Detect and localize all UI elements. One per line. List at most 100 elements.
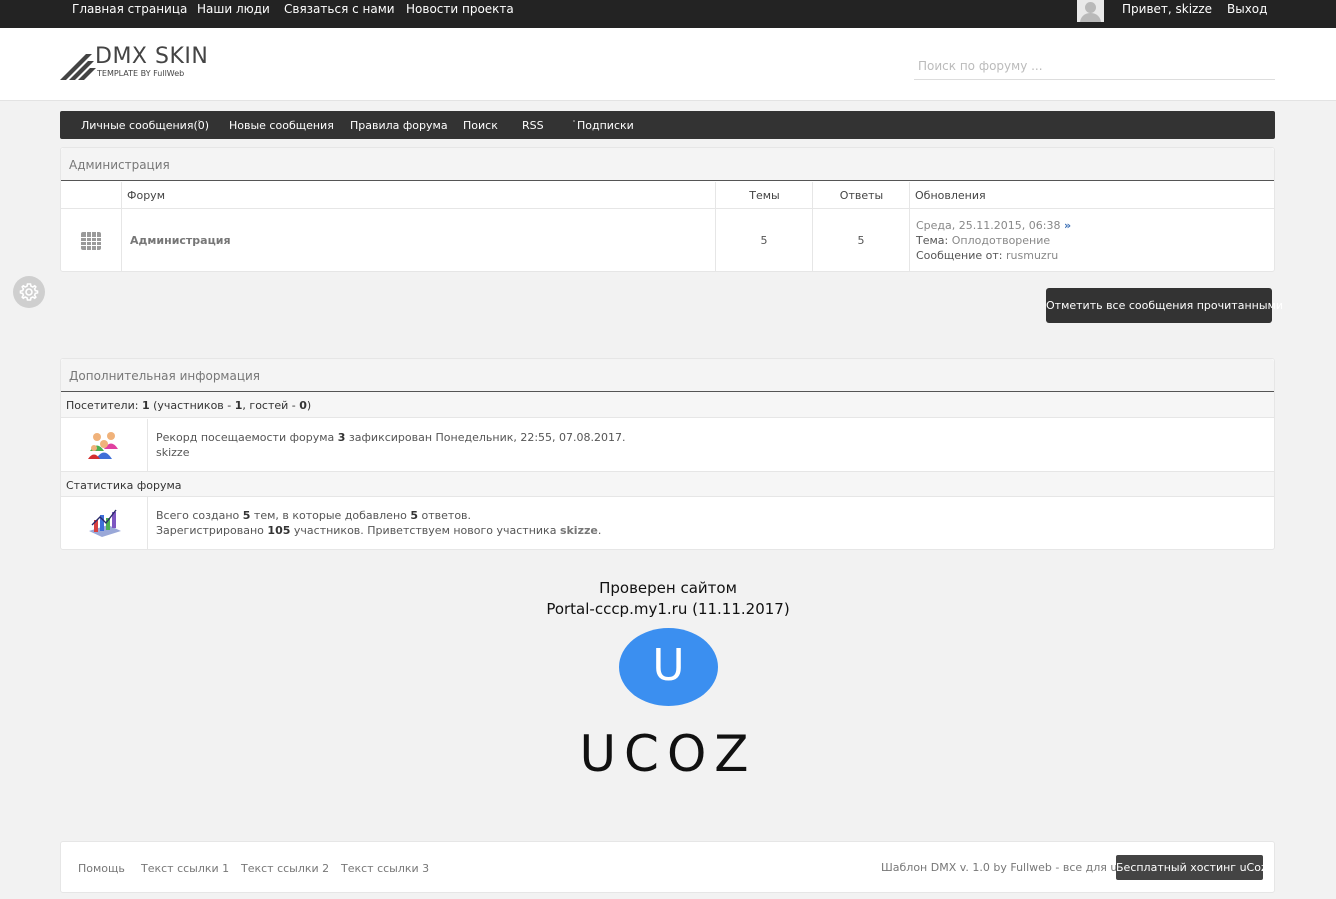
nav-rss[interactable]: RSS [522, 119, 544, 132]
nav-subscriptions[interactable]: Подписки [577, 119, 634, 132]
stats-reg-suffix: . [597, 524, 602, 537]
guests-label: , гостей - [242, 399, 296, 412]
visitors-line: Посетители: 1 (участников - 1, гостей - … [66, 399, 311, 412]
column-label: Обновления [915, 189, 986, 202]
info-panel-header: Дополнительная информация [61, 359, 1274, 392]
nav-forum-rules[interactable]: Правила форума [350, 119, 448, 132]
stats-created-prefix: Всего создано [156, 509, 240, 522]
stats-reg-prefix: Зарегистрировано [156, 524, 264, 537]
topbar-link-people[interactable]: Наши люди [197, 2, 270, 16]
ucoz-logo-circle: U [619, 628, 718, 706]
footer-link-help[interactable]: Помощь [78, 862, 125, 875]
newest-member-link[interactable]: skizze [560, 524, 598, 537]
footer-link-3[interactable]: Текст ссылки 3 [341, 862, 429, 875]
topbar-link-news[interactable]: Новости проекта [406, 2, 514, 16]
nav-private-messages[interactable]: Личные сообщения(0) [81, 119, 209, 132]
site-footer: Помощь Текст ссылки 1 Текст ссылки 2 Тек… [60, 841, 1275, 893]
logout-link[interactable]: Выход [1227, 2, 1267, 16]
forum-search-input[interactable] [914, 52, 1275, 80]
nav-search[interactable]: Поиск [463, 119, 498, 132]
last-topic-line: Тема: Оплодотворение [916, 234, 1050, 247]
last-update-line: Среда, 25.11.2015, 06:38 » [916, 219, 1071, 232]
guests-count: 0 [299, 399, 307, 412]
members-label: (участников - [153, 399, 232, 412]
forum-updates-cell: Среда, 25.11.2015, 06:38 » Тема: Оплодот… [910, 209, 1274, 272]
category-header: Администрация [61, 148, 1274, 181]
settings-button[interactable] [13, 276, 45, 308]
avatar-shoulders [1080, 13, 1101, 22]
record-suffix: зафиксирован Понедельник, 22:55, 07.08.2… [348, 431, 626, 444]
avatar-head [1085, 2, 1096, 13]
replies-count: 5 [857, 234, 865, 247]
column-header-updates: Обновления [910, 182, 1274, 209]
go-to-last-post-icon[interactable]: » [1064, 219, 1071, 232]
visitors-label: Посетители: [66, 399, 139, 412]
stats-icon-cell [61, 497, 148, 549]
site-header: DMX SKIN TEMPLATE BY FullWeb [0, 28, 1336, 101]
column-label: Темы [749, 189, 780, 202]
forum-link[interactable]: Администрация [130, 234, 231, 247]
column-header-icon [61, 182, 122, 209]
ucoz-wordmark: UCOZ [579, 725, 757, 783]
visitors-bar: Посетители: 1 (участников - 1, гостей - … [61, 392, 1274, 418]
logo-subtitle: TEMPLATE BY FullWeb [97, 69, 185, 78]
template-credit: Шаблон DMX v. 1.0 by Fullweb - все для u… [881, 861, 1138, 874]
column-header-replies: Ответы [813, 182, 910, 209]
category-title[interactable]: Администрация [69, 158, 170, 172]
forum-nav-bar: Личные сообщения(0) Новые сообщения Прав… [60, 111, 1275, 139]
forum-category-panel: Администрация Форум Темы Ответы Обновлен… [60, 147, 1275, 272]
info-panel-title: Дополнительная информация [69, 369, 261, 383]
last-author-link[interactable]: rusmuzru [1006, 249, 1058, 262]
nav-separator [573, 120, 575, 122]
badge-line-1: Проверен сайтом [599, 579, 737, 597]
site-logo[interactable]: DMX SKIN TEMPLATE BY FullWeb [60, 44, 230, 84]
footer-link-2[interactable]: Текст ссылки 2 [241, 862, 329, 875]
user-avatar-icon[interactable] [1077, 0, 1104, 22]
stats-created-mid: тем, в которые добавлено [253, 509, 407, 522]
additional-info-panel: Дополнительная информация Посетители: 1 … [60, 358, 1275, 550]
stats-bar: Статистика форума [61, 471, 1274, 497]
column-header-topics: Темы [716, 182, 813, 209]
topics-count: 5 [760, 234, 768, 247]
forum-topics-cell: 5 [716, 209, 813, 272]
stats-topics-count: 5 [242, 509, 251, 522]
nav-separator [198, 120, 200, 122]
badge-line-2: Portal-cccp.my1.ru (11.11.2017) [546, 600, 790, 618]
visitors-total: 1 [141, 399, 150, 412]
stats-created-line: Всего создано 5 тем, в которые добавлено… [156, 509, 471, 522]
stats-title: Статистика форума [66, 479, 182, 492]
logo-title: DMX SKIN [95, 44, 209, 69]
last-topic-link[interactable]: Оплодотворение [952, 234, 1050, 247]
forum-replies-cell: 5 [813, 209, 910, 272]
top-bar: Главная страница Наши люди Связаться с н… [0, 0, 1336, 28]
forum-stats-row: Всего создано 5 тем, в которые добавлено… [61, 497, 1274, 549]
nav-new-messages[interactable]: Новые сообщения [229, 119, 334, 132]
stats-chart-icon [89, 509, 121, 537]
record-icon-cell [61, 419, 148, 471]
record-line: Рекорд посещаемости форума 3 зафиксирова… [156, 431, 626, 444]
ucoz-logo-letter: U [652, 640, 685, 691]
user-greeting-link[interactable]: Привет, skizze [1122, 2, 1212, 16]
forum-grid-icon [81, 232, 101, 250]
stats-registered-line: Зарегистрировано 105 участников. Приветс… [156, 524, 601, 537]
logo-stripes-icon [60, 54, 96, 80]
stats-reg-mid: участников. Приветствуем нового участник… [293, 524, 557, 537]
record-user-link[interactable]: skizze [156, 446, 189, 459]
record-count: 3 [337, 431, 346, 444]
gear-icon [19, 283, 39, 301]
last-author-line: Сообщение от: rusmuzru [916, 249, 1058, 262]
record-prefix: Рекорд посещаемости форума [156, 431, 335, 444]
forum-name-cell: Администрация [122, 209, 716, 272]
column-header-forum: Форум [122, 182, 716, 209]
footer-link-1[interactable]: Текст ссылки 1 [141, 862, 229, 875]
stats-replies-count: 5 [410, 509, 419, 522]
topbar-link-contact[interactable]: Связаться с нами [284, 2, 395, 16]
attendance-record-row: Рекорд посещаемости форума 3 зафиксирова… [61, 419, 1274, 471]
topbar-link-home[interactable]: Главная страница [72, 2, 187, 16]
topic-label: Тема: [916, 234, 949, 247]
last-update-date: Среда, 25.11.2015, 06:38 [916, 219, 1061, 232]
column-label: Ответы [839, 189, 884, 202]
stats-created-suffix: ответов. [421, 509, 472, 522]
free-hosting-button[interactable]: Бесплатный хостинг uCoz [1116, 855, 1267, 880]
mark-all-read-button[interactable]: Отметить все сообщения прочитанными [1046, 288, 1283, 323]
